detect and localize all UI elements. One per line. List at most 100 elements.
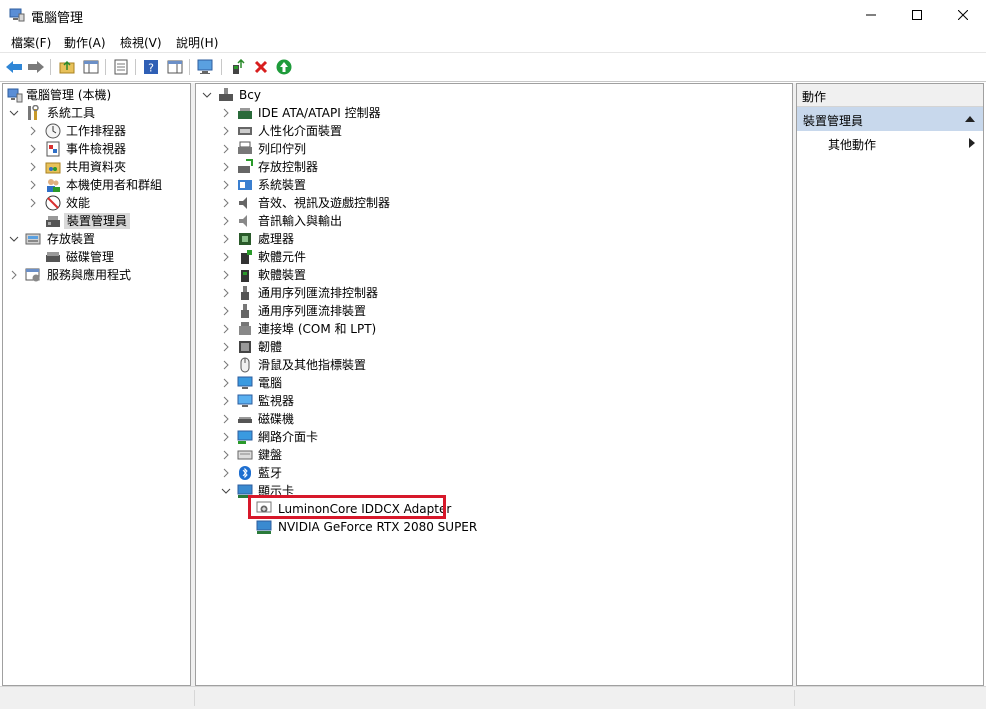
event-viewer-icon	[46, 141, 60, 157]
device-category-3[interactable]: 存放控制器	[196, 158, 792, 176]
chevron-right-icon[interactable]	[221, 126, 231, 136]
help-button[interactable]: ?	[141, 57, 161, 77]
tree-label: 共用資料夾	[66, 160, 127, 174]
device-category-10[interactable]: 通用序列匯流排控制器	[196, 284, 792, 302]
update-driver-button[interactable]	[228, 57, 248, 77]
device-category-5[interactable]: 音效、視訊及遊戲控制器	[196, 194, 792, 212]
chevron-right-icon[interactable]	[221, 198, 231, 208]
device-category-14[interactable]: 滑鼠及其他指標裝置	[196, 356, 792, 374]
show-hide-tree-button[interactable]	[81, 57, 101, 77]
device-category-7[interactable]: 處理器	[196, 230, 792, 248]
menu-view[interactable]: 檢視(V)	[120, 34, 162, 51]
device-category-15[interactable]: 電腦	[196, 374, 792, 392]
status-bar	[0, 686, 986, 709]
chevron-right-icon[interactable]	[28, 180, 38, 190]
tree-item-performance[interactable]: 效能	[3, 194, 190, 212]
tree-item-task-scheduler[interactable]: 工作排程器	[3, 122, 190, 140]
properties-icon	[114, 59, 128, 75]
tree-label: 服務與應用程式	[47, 268, 132, 282]
device-category-16[interactable]: 監視器	[196, 392, 792, 410]
chevron-right-icon[interactable]	[221, 468, 231, 478]
menu-help[interactable]: 說明(H)	[176, 34, 218, 51]
chevron-down-icon[interactable]	[9, 108, 19, 118]
chevron-right-icon[interactable]	[221, 252, 231, 262]
chevron-right-icon[interactable]	[221, 432, 231, 442]
chevron-right-icon[interactable]	[221, 360, 231, 370]
chevron-right-icon[interactable]	[221, 234, 231, 244]
device-category-13[interactable]: 韌體	[196, 338, 792, 356]
device-category-0[interactable]: IDE ATA/ATAPI 控制器	[196, 104, 792, 122]
chevron-right-icon[interactable]	[221, 414, 231, 424]
chevron-right-icon[interactable]	[9, 270, 19, 280]
action-pane-icon	[167, 60, 183, 74]
chevron-down-icon[interactable]	[9, 234, 19, 244]
chevron-right-icon[interactable]	[221, 162, 231, 172]
back-button[interactable]	[4, 57, 24, 77]
device-category-20[interactable]: 藍牙	[196, 464, 792, 482]
uninstall-device-button[interactable]	[251, 57, 271, 77]
menu-action[interactable]: 動作(A)	[64, 34, 106, 51]
maximize-button[interactable]	[894, 0, 940, 30]
chevron-right-icon[interactable]	[221, 324, 231, 334]
svg-text:?: ?	[148, 62, 154, 75]
tree-item-services-apps[interactable]: 服務與應用程式	[3, 266, 190, 284]
device-category-12[interactable]: 連接埠 (COM 和 LPT)	[196, 320, 792, 338]
device-category-11[interactable]: 通用序列匯流排裝置	[196, 302, 792, 320]
chevron-right-icon[interactable]	[221, 306, 231, 316]
forward-button[interactable]	[26, 57, 46, 77]
tree-item-disk-management[interactable]: 磁碟管理	[3, 248, 190, 266]
tree-item-system-tools[interactable]: 系統工具	[3, 104, 190, 122]
tree-item-device-manager[interactable]: 裝置管理員	[3, 212, 190, 230]
menu-file[interactable]: 檔案(F)	[11, 34, 51, 51]
tree-item-storage[interactable]: 存放裝置	[3, 230, 190, 248]
scan-hardware-button[interactable]	[196, 57, 216, 77]
tree-item-event-viewer[interactable]: 事件檢視器	[3, 140, 190, 158]
tree-label: 系統工具	[47, 106, 96, 120]
chevron-right-icon[interactable]	[221, 342, 231, 352]
actions-header: 動作	[797, 84, 983, 107]
chevron-right-icon[interactable]	[28, 198, 38, 208]
tree-item-local-users[interactable]: 本機使用者和群組	[3, 176, 190, 194]
chevron-right-icon[interactable]	[221, 216, 231, 226]
clock-icon	[45, 123, 61, 139]
chevron-right-icon[interactable]	[221, 450, 231, 460]
device-category-18[interactable]: 網路介面卡	[196, 428, 792, 446]
actions-section-device-manager[interactable]: 裝置管理員	[797, 107, 983, 131]
close-button[interactable]	[940, 0, 986, 30]
tree-item-computer-management[interactable]: 電腦管理 (本機)	[3, 86, 190, 104]
display-adapter-item-1[interactable]: NVIDIA GeForce RTX 2080 SUPER	[196, 518, 792, 536]
chevron-right-icon[interactable]	[28, 126, 38, 136]
chevron-right-icon[interactable]	[221, 270, 231, 280]
device-category-2[interactable]: 列印佇列	[196, 140, 792, 158]
keyboard-icon	[237, 450, 253, 460]
chevron-right-icon[interactable]	[221, 180, 231, 190]
chevron-right-icon[interactable]	[221, 378, 231, 388]
device-category-4[interactable]: 系統裝置	[196, 176, 792, 194]
collapse-up-icon[interactable]	[964, 115, 976, 123]
chevron-down-icon[interactable]	[202, 90, 212, 100]
chevron-right-icon[interactable]	[28, 144, 38, 154]
device-category-1[interactable]: 人性化介面裝置	[196, 122, 792, 140]
highlight-box	[248, 495, 446, 519]
device-category-9[interactable]: 軟體裝置	[196, 266, 792, 284]
enable-device-button[interactable]	[274, 57, 294, 77]
device-category-17[interactable]: 磁碟機	[196, 410, 792, 428]
chevron-right-icon[interactable]	[221, 108, 231, 118]
device-category-8[interactable]: 軟體元件	[196, 248, 792, 266]
action-pane-toggle-button[interactable]	[165, 57, 185, 77]
chevron-right-icon[interactable]	[221, 288, 231, 298]
device-category-label: 軟體裝置	[258, 268, 307, 282]
properties-button[interactable]	[111, 57, 131, 77]
device-category-6[interactable]: 音訊輸入與輸出	[196, 212, 792, 230]
minimize-button[interactable]	[848, 0, 894, 30]
chevron-right-icon[interactable]	[28, 162, 38, 172]
tree-item-shared-folders[interactable]: 共用資料夾	[3, 158, 190, 176]
tree-item-computer-root[interactable]: Bcy	[196, 86, 792, 104]
up-folder-button[interactable]	[57, 57, 77, 77]
chevron-right-icon[interactable]	[221, 144, 231, 154]
menu-bar: 檔案(F) 動作(A) 檢視(V) 說明(H)	[0, 31, 986, 53]
chevron-down-icon[interactable]	[221, 486, 231, 496]
more-actions-item[interactable]: 其他動作	[797, 133, 983, 153]
chevron-right-icon[interactable]	[221, 396, 231, 406]
device-category-19[interactable]: 鍵盤	[196, 446, 792, 464]
